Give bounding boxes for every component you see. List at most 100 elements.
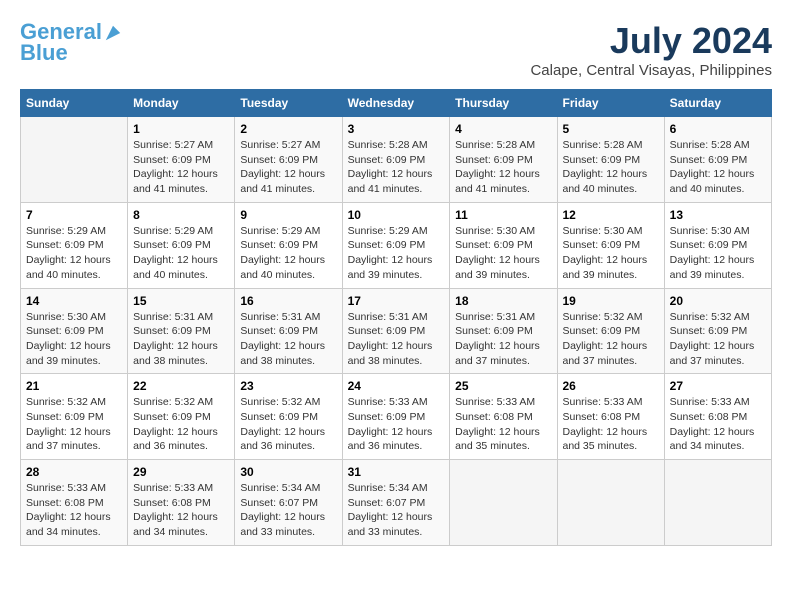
calendar-cell: 1 Sunrise: 5:27 AM Sunset: 6:09 PM Daylig… (128, 117, 235, 203)
calendar-header-row: SundayMondayTuesdayWednesdayThursdayFrid… (21, 90, 772, 117)
day-info: Sunrise: 5:27 AM Sunset: 6:09 PM Dayligh… (240, 138, 336, 197)
day-info: Sunrise: 5:29 AM Sunset: 6:09 PM Dayligh… (240, 224, 336, 283)
day-number: 7 (26, 208, 122, 222)
calendar-cell: 3Sunrise: 5:28 AM Sunset: 6:09 PM Daylig… (342, 117, 450, 203)
day-number: 11 (455, 208, 551, 222)
day-info: Sunrise: 5:33 AM Sunset: 6:08 PM Dayligh… (26, 481, 122, 540)
day-number: 24 (348, 379, 445, 393)
day-number: 9 (240, 208, 336, 222)
day-number: 21 (26, 379, 122, 393)
day-number: 19 (563, 294, 659, 308)
day-number: 6 (670, 122, 766, 136)
day-info: Sunrise: 5:32 AM Sunset: 6:09 PM Dayligh… (26, 395, 122, 454)
day-info: Sunrise: 5:32 AM Sunset: 6:09 PM Dayligh… (240, 395, 336, 454)
day-info: Sunrise: 5:32 AM Sunset: 6:09 PM Dayligh… (670, 310, 766, 369)
day-header-friday: Friday (557, 90, 664, 117)
day-info: Sunrise: 5:31 AM Sunset: 6:09 PM Dayligh… (455, 310, 551, 369)
calendar-cell (557, 460, 664, 546)
calendar-cell: 6 Sunrise: 5:28 AM Sunset: 6:09 PM Daylig… (664, 117, 771, 203)
day-header-monday: Monday (128, 90, 235, 117)
week-row-5: 28 Sunrise: 5:33 AM Sunset: 6:08 PM Dayli… (21, 460, 772, 546)
week-row-2: 7 Sunrise: 5:29 AM Sunset: 6:09 PM Daylig… (21, 202, 772, 288)
day-info: Sunrise: 5:34 AM Sunset: 6:07 PM Dayligh… (240, 481, 336, 540)
day-header-sunday: Sunday (21, 90, 128, 117)
calendar-cell: 30 Sunrise: 5:34 AM Sunset: 6:07 PM Dayli… (235, 460, 342, 546)
day-header-tuesday: Tuesday (235, 90, 342, 117)
subtitle: Calape, Central Visayas, Philippines (530, 62, 772, 79)
day-info: Sunrise: 5:31 AM Sunset: 6:09 PM Dayligh… (240, 310, 336, 369)
title-section: July 2024 Calape, Central Visayas, Phili… (530, 20, 772, 79)
calendar-cell: 17 Sunrise: 5:31 AM Sunset: 6:09 PM Dayli… (342, 288, 450, 374)
calendar-cell: 9 Sunrise: 5:29 AM Sunset: 6:09 PM Daylig… (235, 202, 342, 288)
day-number: 14 (26, 294, 122, 308)
day-number: 31 (348, 465, 445, 479)
day-number: 2 (240, 122, 336, 136)
calendar-cell: 28 Sunrise: 5:33 AM Sunset: 6:08 PM Dayli… (21, 460, 128, 546)
day-number: 13 (670, 208, 766, 222)
calendar-cell: 13Sunrise: 5:30 AM Sunset: 6:09 PM Dayli… (664, 202, 771, 288)
day-number: 23 (240, 379, 336, 393)
calendar-cell: 31 Sunrise: 5:34 AM Sunset: 6:07 PM Dayli… (342, 460, 450, 546)
calendar-cell: 26Sunrise: 5:33 AM Sunset: 6:08 PM Dayli… (557, 374, 664, 460)
day-header-wednesday: Wednesday (342, 90, 450, 117)
day-info: Sunrise: 5:32 AM Sunset: 6:09 PM Dayligh… (133, 395, 229, 454)
calendar-cell: 14 Sunrise: 5:30 AM Sunset: 6:09 PM Dayli… (21, 288, 128, 374)
calendar-cell: 23 Sunrise: 5:32 AM Sunset: 6:09 PM Dayli… (235, 374, 342, 460)
calendar-cell: 5 Sunrise: 5:28 AM Sunset: 6:09 PM Daylig… (557, 117, 664, 203)
day-number: 5 (563, 122, 659, 136)
day-number: 30 (240, 465, 336, 479)
day-info: Sunrise: 5:28 AM Sunset: 6:09 PM Dayligh… (455, 138, 551, 197)
calendar-body: 1 Sunrise: 5:27 AM Sunset: 6:09 PM Daylig… (21, 117, 772, 546)
calendar-cell: 10Sunrise: 5:29 AM Sunset: 6:09 PM Dayli… (342, 202, 450, 288)
day-info: Sunrise: 5:33 AM Sunset: 6:08 PM Dayligh… (670, 395, 766, 454)
day-info: Sunrise: 5:30 AM Sunset: 6:09 PM Dayligh… (455, 224, 551, 283)
calendar-cell: 2 Sunrise: 5:27 AM Sunset: 6:09 PM Daylig… (235, 117, 342, 203)
calendar-cell: 4 Sunrise: 5:28 AM Sunset: 6:09 PM Daylig… (450, 117, 557, 203)
day-info: Sunrise: 5:33 AM Sunset: 6:08 PM Dayligh… (455, 395, 551, 454)
calendar-cell (21, 117, 128, 203)
calendar-cell: 8 Sunrise: 5:29 AM Sunset: 6:09 PM Daylig… (128, 202, 235, 288)
day-number: 1 (133, 122, 229, 136)
day-info: Sunrise: 5:28 AM Sunset: 6:09 PM Dayligh… (670, 138, 766, 197)
calendar-cell: 21 Sunrise: 5:32 AM Sunset: 6:09 PM Dayli… (21, 374, 128, 460)
day-info: Sunrise: 5:32 AM Sunset: 6:09 PM Dayligh… (563, 310, 659, 369)
day-header-thursday: Thursday (450, 90, 557, 117)
calendar-cell: 11 Sunrise: 5:30 AM Sunset: 6:09 PM Dayli… (450, 202, 557, 288)
calendar-cell: 24 Sunrise: 5:33 AM Sunset: 6:09 PM Dayli… (342, 374, 450, 460)
day-info: Sunrise: 5:30 AM Sunset: 6:09 PM Dayligh… (26, 310, 122, 369)
calendar-cell: 27 Sunrise: 5:33 AM Sunset: 6:08 PM Dayli… (664, 374, 771, 460)
day-info: Sunrise: 5:28 AM Sunset: 6:09 PM Dayligh… (563, 138, 659, 197)
day-info: Sunrise: 5:34 AM Sunset: 6:07 PM Dayligh… (348, 481, 445, 540)
week-row-3: 14 Sunrise: 5:30 AM Sunset: 6:09 PM Dayli… (21, 288, 772, 374)
day-number: 8 (133, 208, 229, 222)
calendar-cell (450, 460, 557, 546)
day-info: Sunrise: 5:29 AM Sunset: 6:09 PM Dayligh… (133, 224, 229, 283)
calendar-cell: 22 Sunrise: 5:32 AM Sunset: 6:09 PM Dayli… (128, 374, 235, 460)
day-info: Sunrise: 5:31 AM Sunset: 6:09 PM Dayligh… (348, 310, 445, 369)
calendar-cell: 19 Sunrise: 5:32 AM Sunset: 6:09 PM Dayli… (557, 288, 664, 374)
day-number: 17 (348, 294, 445, 308)
day-number: 29 (133, 465, 229, 479)
day-info: Sunrise: 5:33 AM Sunset: 6:09 PM Dayligh… (348, 395, 445, 454)
day-info: Sunrise: 5:27 AM Sunset: 6:09 PM Dayligh… (133, 138, 229, 197)
calendar-cell: 12Sunrise: 5:30 AM Sunset: 6:09 PM Dayli… (557, 202, 664, 288)
day-number: 15 (133, 294, 229, 308)
day-info: Sunrise: 5:28 AM Sunset: 6:09 PM Dayligh… (348, 138, 445, 197)
day-number: 4 (455, 122, 551, 136)
day-info: Sunrise: 5:33 AM Sunset: 6:08 PM Dayligh… (563, 395, 659, 454)
day-info: Sunrise: 5:30 AM Sunset: 6:09 PM Dayligh… (563, 224, 659, 283)
day-number: 28 (26, 465, 122, 479)
calendar-cell: 20 Sunrise: 5:32 AM Sunset: 6:09 PM Dayli… (664, 288, 771, 374)
calendar-cell: 16Sunrise: 5:31 AM Sunset: 6:09 PM Dayli… (235, 288, 342, 374)
calendar-cell: 18Sunrise: 5:31 AM Sunset: 6:09 PM Dayli… (450, 288, 557, 374)
day-info: Sunrise: 5:33 AM Sunset: 6:08 PM Dayligh… (133, 481, 229, 540)
day-number: 10 (348, 208, 445, 222)
day-number: 20 (670, 294, 766, 308)
calendar-cell: 15Sunrise: 5:31 AM Sunset: 6:09 PM Dayli… (128, 288, 235, 374)
logo: General Blue (20, 20, 122, 66)
calendar-table: SundayMondayTuesdayWednesdayThursdayFrid… (20, 89, 772, 546)
week-row-1: 1 Sunrise: 5:27 AM Sunset: 6:09 PM Daylig… (21, 117, 772, 203)
day-number: 27 (670, 379, 766, 393)
day-number: 22 (133, 379, 229, 393)
main-title: July 2024 (530, 20, 772, 62)
